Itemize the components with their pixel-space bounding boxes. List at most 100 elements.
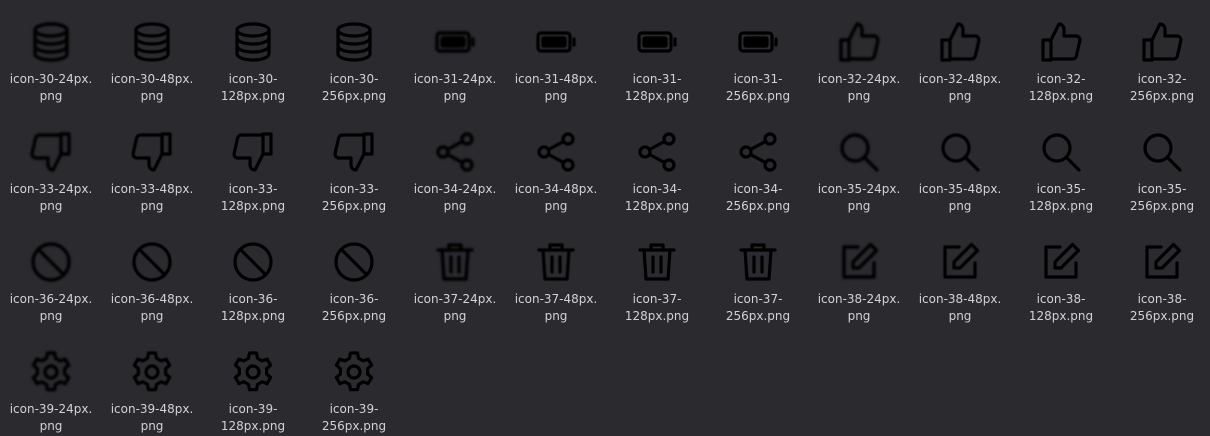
- file-item-25[interactable]: icon-36-24px. png: [1, 222, 101, 326]
- file-item-2[interactable]: icon-30-48px. png: [102, 2, 202, 106]
- file-item-6[interactable]: icon-31-48px. png: [506, 2, 606, 106]
- file-thumbnail: [27, 348, 75, 396]
- file-item-14[interactable]: icon-33-48px. png: [102, 112, 202, 216]
- file-item-27[interactable]: icon-36- 128px.png: [203, 222, 303, 326]
- file-thumbnail: [27, 18, 75, 66]
- thumbs-up-icon: [1142, 22, 1183, 62]
- file-item-35[interactable]: icon-38- 128px.png: [1011, 222, 1111, 326]
- battery-icon: [738, 31, 778, 53]
- file-item-1[interactable]: icon-30-24px. png: [1, 2, 101, 106]
- file-name: icon-35- 256px.png: [1129, 182, 1195, 213]
- search-icon: [840, 133, 879, 172]
- file-item-21[interactable]: icon-35-24px. png: [809, 112, 909, 216]
- file-thumbnail: [835, 128, 883, 176]
- file-item-17[interactable]: icon-34-24px. png: [405, 112, 505, 216]
- file-name: icon-31-48px. png: [514, 72, 598, 103]
- file-item-28[interactable]: icon-36- 256px.png: [304, 222, 404, 326]
- file-thumbnail: [431, 18, 479, 66]
- file-item-34[interactable]: icon-38-48px. png: [910, 222, 1010, 326]
- search-icon: [1143, 133, 1182, 172]
- file-name: icon-36- 128px.png: [220, 292, 286, 323]
- file-item-24[interactable]: icon-35- 256px.png: [1112, 112, 1210, 216]
- file-item-26[interactable]: icon-36-48px. png: [102, 222, 202, 326]
- file-thumbnail: [936, 128, 984, 176]
- ban-icon: [233, 242, 273, 282]
- file-thumbnail: [128, 238, 176, 286]
- file-item-13[interactable]: icon-33-24px. png: [1, 112, 101, 216]
- file-thumbnail: [936, 18, 984, 66]
- file-name: icon-30-24px. png: [9, 72, 93, 103]
- file-name: icon-38- 256px.png: [1129, 292, 1195, 323]
- file-thumbnail: [1037, 128, 1085, 176]
- file-name: icon-38-24px. png: [817, 292, 901, 323]
- file-item-4[interactable]: icon-30- 256px.png: [304, 2, 404, 106]
- file-item-23[interactable]: icon-35- 128px.png: [1011, 112, 1111, 216]
- file-name: icon-36- 256px.png: [321, 292, 387, 323]
- file-thumbnail: [330, 128, 378, 176]
- file-name: icon-33-48px. png: [110, 182, 194, 213]
- file-item-33[interactable]: icon-38-24px. png: [809, 222, 909, 326]
- file-item-29[interactable]: icon-37-24px. png: [405, 222, 505, 326]
- file-item-8[interactable]: icon-31- 256px.png: [708, 2, 808, 106]
- file-thumbnail: [532, 238, 580, 286]
- file-thumbnail: [27, 128, 75, 176]
- file-thumbnail: [229, 128, 277, 176]
- file-name: icon-35- 128px.png: [1028, 182, 1094, 213]
- file-item-16[interactable]: icon-33- 256px.png: [304, 112, 404, 216]
- file-name: icon-37- 256px.png: [725, 292, 791, 323]
- file-item-37[interactable]: icon-39-24px. png: [1, 332, 101, 436]
- file-item-22[interactable]: icon-35-48px. png: [910, 112, 1010, 216]
- search-icon: [1042, 133, 1081, 172]
- file-item-15[interactable]: icon-33- 128px.png: [203, 112, 303, 216]
- database-icon: [33, 22, 69, 62]
- share-icon: [436, 132, 474, 172]
- file-item-19[interactable]: icon-34- 128px.png: [607, 112, 707, 216]
- trash-icon: [739, 243, 777, 281]
- file-thumbnail: [128, 128, 176, 176]
- file-name: icon-33- 128px.png: [220, 182, 286, 213]
- file-name: icon-31- 256px.png: [725, 72, 791, 103]
- file-thumbnail: [835, 238, 883, 286]
- thumbs-up-icon: [940, 22, 981, 62]
- thumbs-down-icon: [30, 132, 71, 172]
- file-item-31[interactable]: icon-37- 128px.png: [607, 222, 707, 326]
- file-item-20[interactable]: icon-34- 256px.png: [708, 112, 808, 216]
- file-thumbnail: [734, 238, 782, 286]
- file-item-7[interactable]: icon-31- 128px.png: [607, 2, 707, 106]
- settings-icon: [233, 351, 273, 392]
- file-item-40[interactable]: icon-39- 256px.png: [304, 332, 404, 436]
- file-name: icon-33-24px. png: [9, 182, 93, 213]
- file-thumbnail: [229, 348, 277, 396]
- file-thumbnail: [633, 128, 681, 176]
- file-thumbnail: [330, 238, 378, 286]
- file-name: icon-38- 128px.png: [1028, 292, 1094, 323]
- file-name: icon-34- 256px.png: [725, 182, 791, 213]
- file-name: icon-39-24px. png: [9, 402, 93, 433]
- edit-icon: [1145, 242, 1182, 279]
- file-thumbnail: [1138, 238, 1186, 286]
- file-item-39[interactable]: icon-39- 128px.png: [203, 332, 303, 436]
- file-item-10[interactable]: icon-32-48px. png: [910, 2, 1010, 106]
- file-name: icon-35-24px. png: [817, 182, 901, 213]
- thumbs-up-icon: [839, 22, 880, 62]
- file-item-12[interactable]: icon-32- 256px.png: [1112, 2, 1210, 106]
- file-item-5[interactable]: icon-31-24px. png: [405, 2, 505, 106]
- file-thumbnail: [1037, 18, 1085, 66]
- file-thumbnail: [633, 18, 681, 66]
- file-item-18[interactable]: icon-34-48px. png: [506, 112, 606, 216]
- thumbs-down-icon: [333, 132, 374, 172]
- file-item-32[interactable]: icon-37- 256px.png: [708, 222, 808, 326]
- file-thumbnail: [1037, 238, 1085, 286]
- file-item-36[interactable]: icon-38- 256px.png: [1112, 222, 1210, 326]
- file-name: icon-39-48px. png: [110, 402, 194, 433]
- thumbs-down-icon: [131, 132, 172, 172]
- file-item-11[interactable]: icon-32- 128px.png: [1011, 2, 1111, 106]
- file-item-30[interactable]: icon-37-48px. png: [506, 222, 606, 326]
- file-item-38[interactable]: icon-39-48px. png: [102, 332, 202, 436]
- file-item-3[interactable]: icon-30- 128px.png: [203, 2, 303, 106]
- file-name: icon-30- 256px.png: [321, 72, 387, 103]
- file-item-9[interactable]: icon-32-24px. png: [809, 2, 909, 106]
- file-name: icon-39- 128px.png: [220, 402, 286, 433]
- battery-icon: [536, 31, 576, 53]
- share-icon: [638, 132, 676, 172]
